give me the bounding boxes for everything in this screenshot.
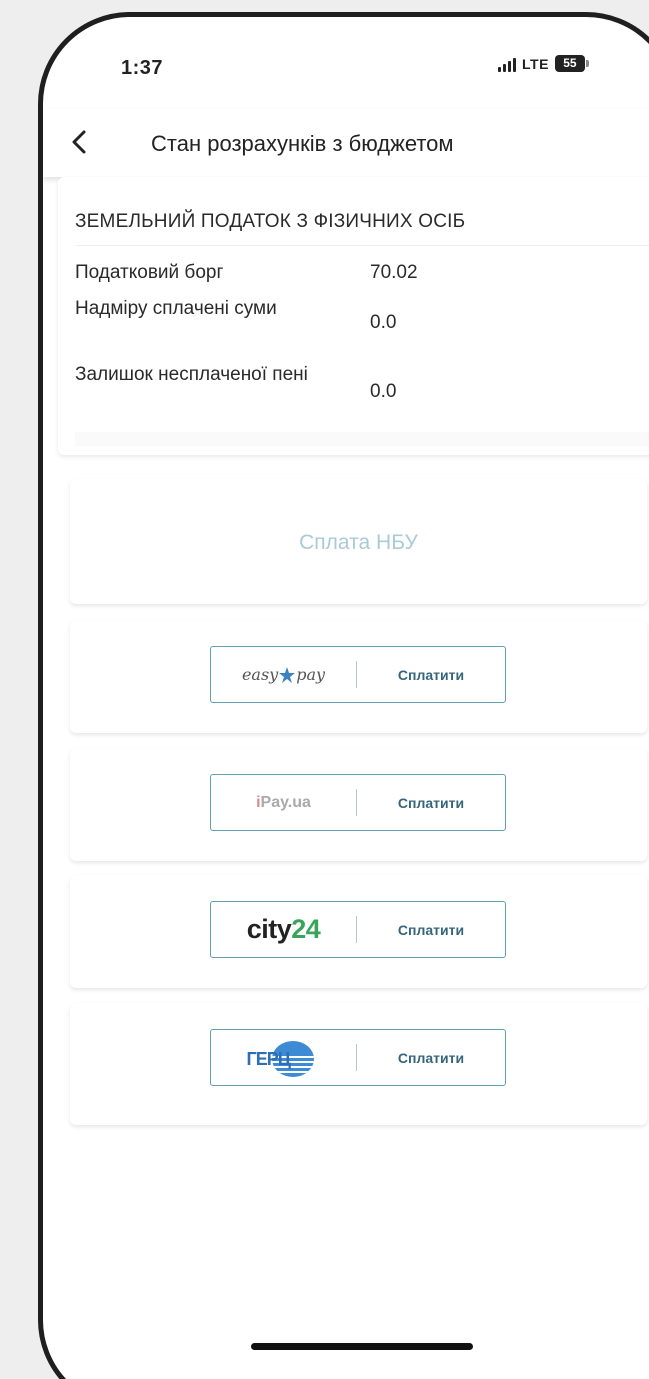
divider [75,245,649,246]
nbu-pay-label[interactable]: Сплата НБУ [70,531,647,555]
battery-icon: 55 [554,55,589,72]
overpaid-label: Надміру сплачені суми [75,298,277,319]
gerc-logo: ГЕРЦ [211,1039,356,1077]
card-footer-strip [75,432,649,446]
screen: 1:37 LTE 55 Стан розрахунків з бюджетом [43,17,649,1379]
tax-debt-value: 70.02 [370,262,418,283]
page-title: Стан розрахунків з бюджетом [151,131,454,156]
status-time: 1:37 [121,57,164,79]
easypay-logo: easy pay [241,665,326,684]
status-indicators: LTE 55 [498,55,589,72]
nbu-card[interactable]: Сплата НБУ [70,479,647,604]
city24-card: city24 Сплатити [70,875,647,988]
pay-label: Сплатити [397,794,465,811]
app-header: Стан розрахунків з бюджетом [43,109,649,177]
ipay-logo: iPay.ua [256,793,311,811]
ipay-card: iPay.ua Сплатити [70,748,647,861]
tax-card: ЗЕМЕЛЬНИЙ ПОДАТОК З ФІЗИЧНИХ ОСІБ Податк… [58,177,649,455]
battery-level: 55 [554,55,585,72]
tax-debt-label: Податковий борг [75,262,224,283]
star-icon [279,666,296,683]
city24-pay-button[interactable]: city24 Сплатити [210,901,506,958]
penalty-label: Залишок несплаченої пені [75,364,308,385]
back-arrow-icon[interactable] [65,127,95,157]
city24-logo: city24 [246,914,321,944]
penalty-value: 0.0 [370,381,397,402]
tax-title: ЗЕМЕЛЬНИЙ ПОДАТОК З ФІЗИЧНИХ ОСІБ [75,211,466,232]
gerc-card: ГЕРЦ Сплатити [70,1003,647,1125]
pay-label: Сплатити [397,921,465,938]
status-bar: 1:37 LTE 55 [43,17,649,107]
easypay-pay-button[interactable]: easy pay Сплатити [210,646,506,703]
home-indicator[interactable] [251,1343,473,1350]
signal-icon [498,56,516,72]
pay-label: Сплатити [397,666,465,683]
gerc-pay-button[interactable]: ГЕРЦ Сплатити [210,1029,506,1086]
phone-frame: 1:37 LTE 55 Стан розрахунків з бюджетом [38,12,649,1379]
pay-label: Сплатити [397,1049,465,1066]
network-type: LTE [522,55,549,72]
overpaid-value: 0.0 [370,312,397,333]
easypay-card: easy pay Сплатити [70,620,647,733]
ipay-pay-button[interactable]: iPay.ua Сплатити [210,774,506,831]
